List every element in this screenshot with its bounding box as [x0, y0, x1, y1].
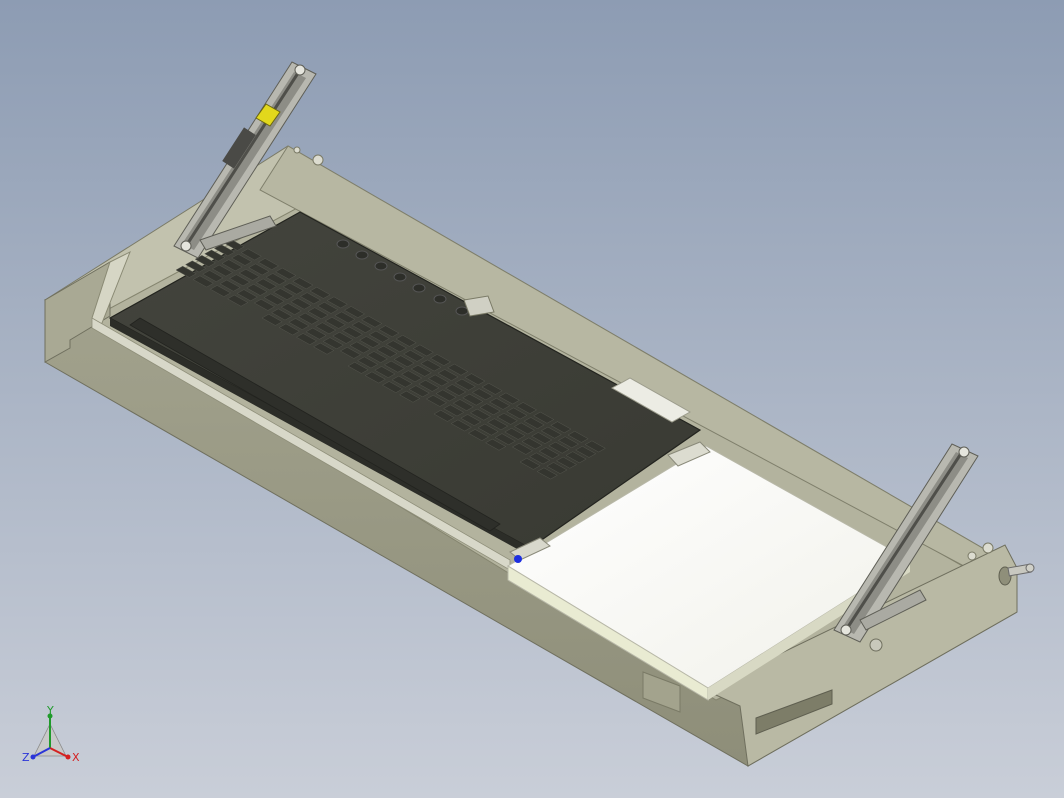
- tray-hole: [967, 551, 977, 561]
- triad-y-label: Y: [46, 704, 54, 717]
- triad-z-label: Z: [22, 751, 30, 764]
- tray-hole: [293, 146, 301, 154]
- tray-hole: [312, 154, 324, 166]
- center-clip: [463, 295, 495, 317]
- triad-x-label: X: [72, 751, 80, 764]
- blue-marker: [514, 555, 522, 563]
- tray-hole: [982, 542, 994, 554]
- tray-screw: [869, 638, 883, 652]
- cad-viewport[interactable]: Y X Z: [0, 0, 1064, 798]
- cad-model-scene[interactable]: Y X Z: [0, 0, 1064, 798]
